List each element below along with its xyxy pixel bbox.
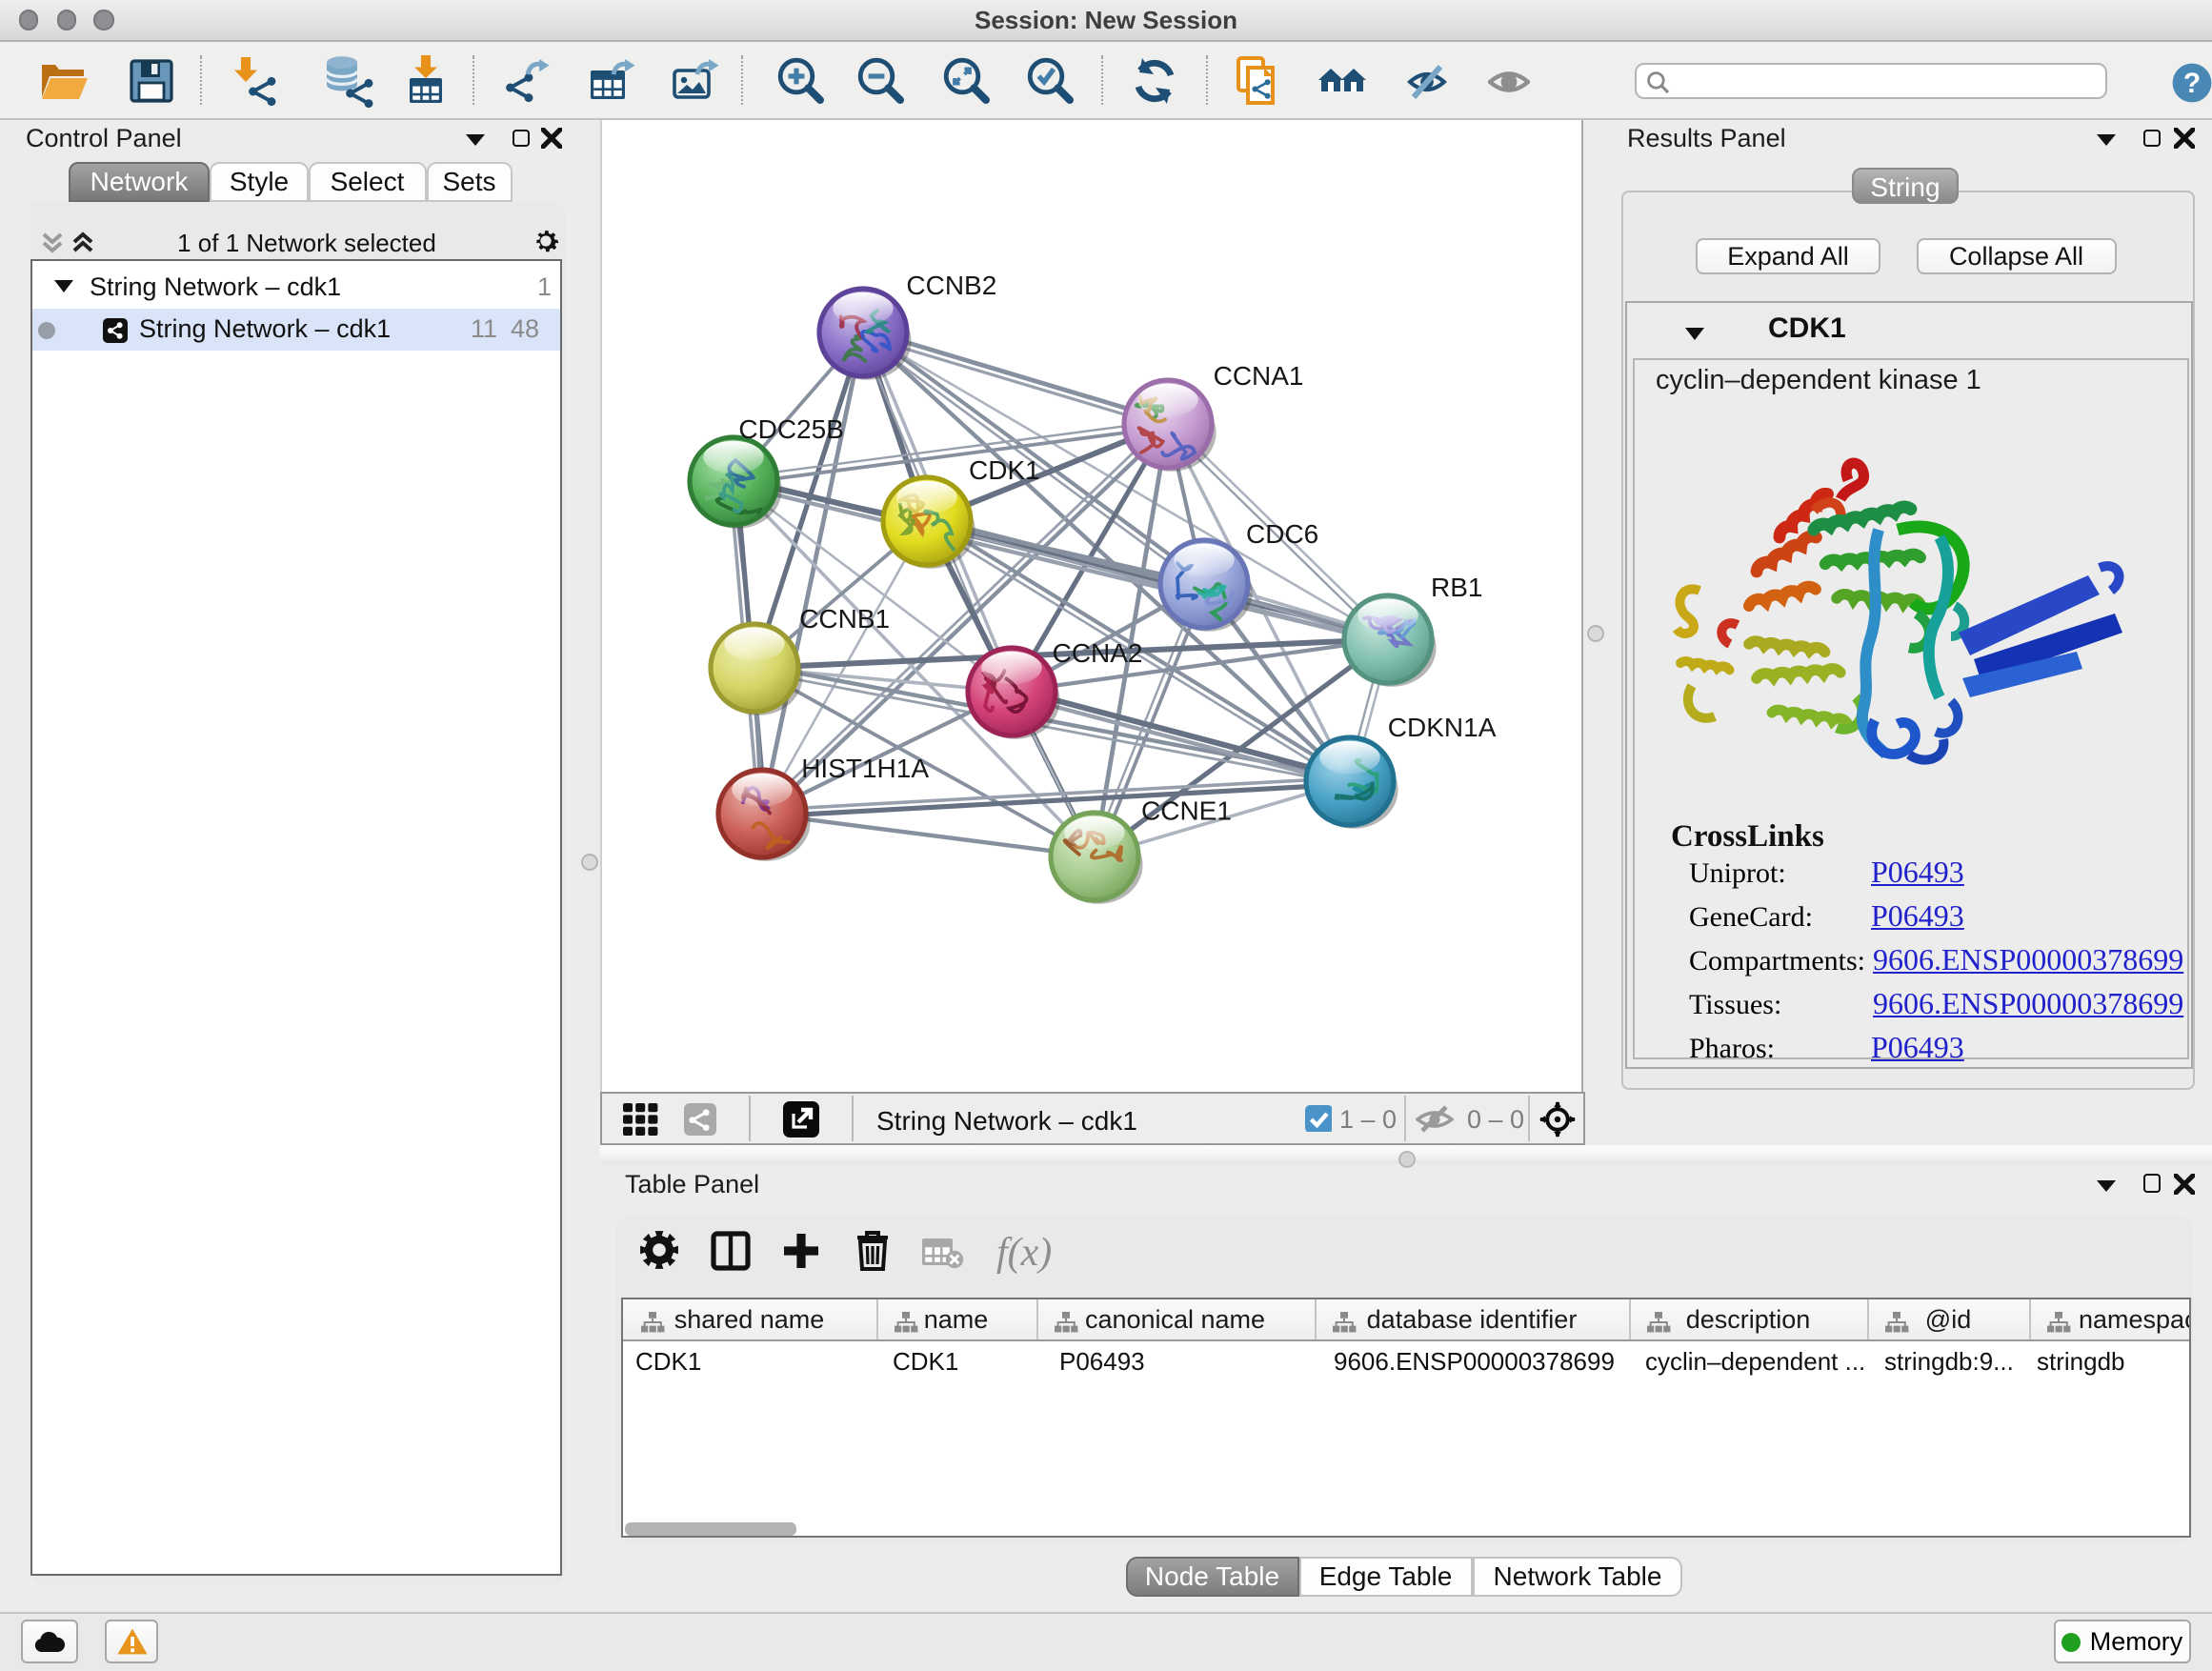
- svg-text:CCNA2: CCNA2: [1053, 638, 1143, 668]
- svg-text:CDC6: CDC6: [1246, 519, 1318, 549]
- svg-text:CDKN1A: CDKN1A: [1388, 713, 1497, 742]
- svg-text:CCNB2: CCNB2: [906, 271, 996, 300]
- svg-text:CCNB1: CCNB1: [799, 604, 890, 634]
- svg-text:RB1: RB1: [1431, 573, 1482, 602]
- svg-text:CDC25B: CDC25B: [738, 414, 843, 444]
- svg-text:CCNE1: CCNE1: [1141, 796, 1232, 826]
- svg-text:?: ?: [2183, 67, 2201, 98]
- svg-text:CDK1: CDK1: [969, 455, 1040, 485]
- svg-text:HIST1H1A: HIST1H1A: [801, 754, 929, 783]
- svg-text:CCNA1: CCNA1: [1214, 361, 1304, 391]
